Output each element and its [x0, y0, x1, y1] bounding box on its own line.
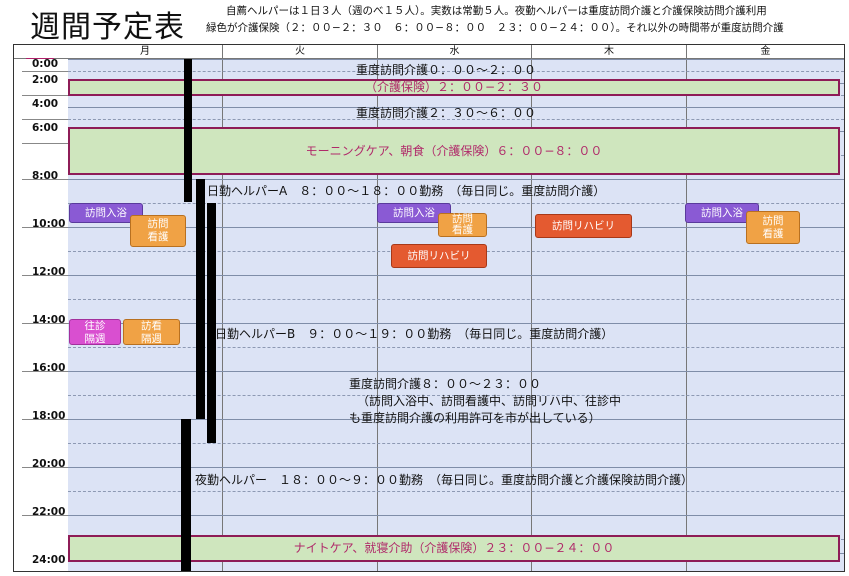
time-tick — [22, 71, 68, 72]
time-tick — [22, 95, 68, 96]
day-helper-a-bar — [196, 179, 205, 419]
chip-line: 看護 — [762, 228, 784, 240]
grid-line — [68, 323, 844, 324]
chip-line: 訪看 — [141, 320, 162, 332]
chip-visiting-nurse-biweekly: 訪看 隔週 — [123, 319, 180, 345]
severe-care-text-2: 重度訪問介護２：３０〜６：００ — [356, 106, 537, 120]
chip-visiting-nurse: 訪問 看護 — [746, 211, 800, 244]
time-header-cell — [14, 45, 69, 59]
night-shift-bar-late — [181, 419, 191, 571]
day-header-fri: 金 — [687, 45, 844, 59]
severe-care-note-1: （訪問入浴中、訪問看護中、訪問リハ中、往診中 — [357, 394, 622, 408]
time-label: 14:00 — [32, 314, 66, 326]
day-header-mon: 月 — [68, 45, 223, 59]
chip-visiting-rehab: 訪問リハビリ — [391, 244, 487, 268]
time-label: 18:00 — [32, 410, 66, 422]
time-label: 12:00 — [32, 266, 66, 278]
note-line-1: 自薦ヘルパーは１日３人（週のべ１５人）。実数は常勤５人。夜勤ヘルパーは重度訪問介… — [226, 5, 767, 17]
chip-line: 往診 — [84, 320, 106, 332]
page-title: 週間予定表 — [30, 10, 185, 45]
chip-visiting-nurse: 訪問 看護 — [438, 213, 487, 237]
chip-line: 看護 — [147, 231, 169, 243]
severe-care-note-2: も重度訪問介護の利用許可を市が出している） — [349, 411, 601, 425]
chip-house-call: 往診 隔週 — [69, 319, 121, 345]
grid-line — [68, 299, 844, 300]
time-label: 10:00 — [32, 218, 66, 230]
night-shift-bar-early — [184, 59, 192, 202]
night-helper-text: 夜勤ヘルパー １８：００〜９：００勤務 （毎日同じ。重度訪問介護と介護保険訪問介… — [195, 473, 694, 487]
time-label: 6:00 — [32, 122, 59, 134]
weekly-schedule: 月 火 水 木 金 0:00 2:00 4:00 6:00 8:00 10:00… — [13, 44, 845, 572]
chip-line: 隔週 — [141, 333, 162, 345]
chip-line: 訪問 — [762, 215, 784, 227]
time-label: 2:00 — [32, 74, 59, 86]
chip-line: 訪問 — [147, 218, 169, 230]
time-label: 16:00 — [32, 362, 66, 374]
day-helper-b-text: 日勤ヘルパーB ９：００〜１９：００勤務 （毎日同じ。重度訪問介護） — [215, 327, 614, 341]
grid-line — [68, 347, 844, 348]
day-helper-a-text: 日勤ヘルパーA ８：００〜１８：００勤務 （毎日同じ。重度訪問介護） — [207, 184, 606, 198]
day-helper-b-bar — [207, 203, 216, 443]
note-line-2: 緑色が介護保険（２：００−２：３０ ６：００−８：００ ２３：００−２４：００）… — [206, 22, 784, 34]
time-label: 20:00 — [32, 458, 66, 470]
chip-line: 隔週 — [84, 333, 106, 345]
time-tick — [22, 143, 68, 144]
time-label: 8:00 — [32, 170, 59, 182]
severe-care-text-3: 重度訪問介護８：００〜２３：００ — [349, 377, 542, 391]
chip-visiting-rehab: 訪問リハビリ — [535, 214, 632, 238]
grid-line — [68, 371, 844, 372]
grid-line — [68, 275, 844, 276]
time-label: 22:00 — [32, 506, 66, 518]
chip-visiting-nurse: 訪問 看護 — [130, 215, 186, 247]
chip-line: 看護 — [452, 224, 473, 236]
severe-care-text-1: 重度訪問介護０：００〜２：００ — [356, 63, 537, 77]
day-header-tue: 火 — [223, 45, 378, 59]
day-header-thu: 木 — [532, 45, 687, 59]
time-label: 0:00 — [32, 58, 59, 70]
time-tick — [22, 119, 68, 120]
day-header-wed: 水 — [378, 45, 532, 59]
time-label: 24:00 — [32, 554, 66, 566]
time-label: 4:00 — [32, 98, 59, 110]
